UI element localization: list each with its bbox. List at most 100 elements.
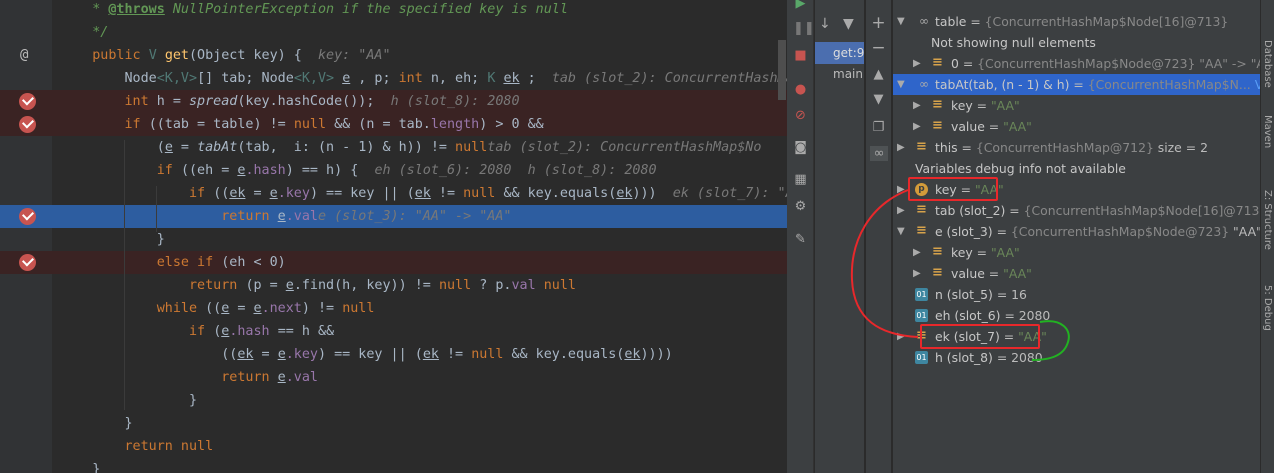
primitive-icon: 01 [915, 309, 928, 322]
variable-row[interactable]: ▶ ≡ key = "AA" [893, 95, 1260, 116]
database-tab[interactable]: Database [1262, 40, 1273, 88]
indent-guide [124, 140, 125, 410]
variable-row[interactable]: 01 n (slot_5) = 16 [893, 284, 1260, 305]
variable-row[interactable]: ▶ ≡ tab (slot_2) = {ConcurrentHashMap$Node… [893, 200, 1260, 221]
collapsed-arrow-icon[interactable]: ▶ [913, 263, 923, 284]
code-line[interactable]: return e.vale (slot_3): "AA" -> "AA" [0, 205, 787, 228]
field-icon: ≡ [932, 244, 943, 259]
debug-tab[interactable]: 5: Debug [1262, 285, 1273, 331]
collapsed-arrow-icon[interactable]: ▶ [897, 200, 907, 221]
collapsed-arrow-icon[interactable]: ▶ [897, 179, 907, 200]
code-line[interactable]: ((ek = e.key) == key || (ek != null && k… [0, 343, 787, 366]
move-up-icon[interactable]: ▲ [871, 67, 886, 82]
variable-row[interactable]: ▼ ∞ tabAt(tab, (n - 1) & h) = {ConcurrentH… [893, 74, 1260, 95]
resume-icon[interactable]: ▶ [793, 0, 808, 11]
collapsed-arrow-icon[interactable]: ▶ [913, 53, 923, 74]
expanded-arrow-icon[interactable]: ▼ [897, 221, 907, 242]
collapsed-arrow-icon[interactable]: ▶ [913, 95, 923, 116]
pin-icon[interactable]: ✎ [793, 232, 808, 247]
settings-icon[interactable]: ⚙ [793, 199, 808, 214]
code-editor[interactable]: * @throws NullPointerException if the sp… [0, 0, 787, 473]
indent-guide [156, 186, 157, 232]
code-text: return null [60, 439, 214, 454]
code-line[interactable]: */ [0, 21, 787, 44]
code-text: } [60, 232, 165, 247]
code-line[interactable]: @ public V get(Object key) { key: "AA" [0, 44, 787, 67]
structure-tab[interactable]: Z: Structure [1262, 190, 1273, 250]
code-line[interactable]: else if (eh < 0) [0, 251, 787, 274]
variable-row[interactable]: 01 h (slot_8) = 2080 [893, 347, 1260, 368]
variable-row[interactable]: ▼ ∞ table = {ConcurrentHashMap$Node[16]@71… [893, 11, 1260, 32]
variable-row[interactable]: Not showing null elements [893, 32, 1260, 53]
frame-item[interactable]: main: [815, 63, 864, 85]
breakpoint-icon[interactable] [19, 93, 36, 110]
code-line[interactable]: } [0, 389, 787, 412]
variable-text: 0 = {ConcurrentHashMap$Node@723} "AA" ->… [951, 56, 1260, 71]
variable-text: n (slot_5) = 16 [935, 287, 1027, 302]
variable-text: h (slot_8) = 2080 [935, 350, 1043, 365]
breakpoint-icon[interactable] [19, 254, 36, 271]
code-text: } [60, 393, 198, 408]
variable-row[interactable]: ▶ ≡ value = "AA" [893, 263, 1260, 284]
layout-icon[interactable]: ▦ [793, 172, 808, 187]
filter-icon[interactable]: ▼ [843, 16, 854, 32]
code-line[interactable]: if ((eh = e.hash) == h) { eh (slot_6): 2… [0, 159, 787, 182]
code-line[interactable]: } [0, 458, 787, 473]
copy-icon[interactable]: ❐ [871, 120, 886, 135]
variable-text: tab (slot_2) = {ConcurrentHashMap$Node[1… [935, 203, 1260, 218]
code-text: else if (eh < 0) [60, 255, 286, 270]
code-line[interactable]: if ((ek = e.key) == key || (ek != null &… [0, 182, 787, 205]
variable-row[interactable]: ▶ ≡ key = "AA" [893, 242, 1260, 263]
expanded-arrow-icon[interactable]: ▼ [897, 11, 907, 32]
stop-icon[interactable]: ■ [793, 48, 808, 63]
variable-row[interactable]: ▶ ≡ this = {ConcurrentHashMap@712} size = … [893, 137, 1260, 158]
code-line[interactable]: } [0, 412, 787, 435]
watch-icon: ∞ [919, 14, 929, 28]
collapsed-arrow-icon[interactable]: ▶ [897, 326, 907, 347]
code-line[interactable]: return e.val [0, 366, 787, 389]
code-text: return e.vale (slot_3): "AA" -> "AA" [60, 209, 512, 224]
collapsed-arrow-icon[interactable]: ▶ [913, 116, 923, 137]
breakpoint-icon[interactable] [19, 116, 36, 133]
code-line[interactable]: return (p = e.find(h, key)) != null ? p.… [0, 274, 787, 297]
code-line[interactable]: int h = spread(key.hashCode()); h (slot_… [0, 90, 787, 113]
variable-row[interactable]: ▶ ≡ 0 = {ConcurrentHashMap$Node@723} "AA" … [893, 53, 1260, 74]
view-breakpoints-icon[interactable]: ● [793, 82, 808, 97]
code-line[interactable]: (e = tabAt(tab, i: (n - 1) & h)) != null… [0, 136, 787, 159]
code-line[interactable]: if (e.hash == h && [0, 320, 787, 343]
maven-tab[interactable]: Maven [1262, 115, 1273, 148]
code-text: Node<K,V>[] tab; Node<K,V> e , p; int n,… [60, 71, 787, 86]
breakpoint-icon[interactable] [19, 208, 36, 225]
code-line[interactable]: return null [0, 435, 787, 458]
watch-icon: ∞ [919, 77, 929, 91]
code-text: while ((e = e.next) != null [60, 301, 375, 316]
code-line[interactable]: * @throws NullPointerException if the sp… [0, 0, 787, 21]
code-line[interactable]: Node<K,V>[] tab; Node<K,V> e , p; int n,… [0, 67, 787, 90]
collapsed-arrow-icon[interactable]: ▶ [913, 242, 923, 263]
code-line[interactable]: while ((e = e.next) != null [0, 297, 787, 320]
variable-row[interactable]: Variables debug info not available [893, 158, 1260, 179]
arrow-down-icon[interactable]: ↓ [819, 16, 831, 32]
code-line[interactable]: } [0, 228, 787, 251]
watches-icon[interactable]: ∞ [870, 146, 888, 161]
variable-text: table = {ConcurrentHashMap$Node[16]@713} [935, 14, 1229, 29]
remove-icon[interactable]: − [871, 40, 886, 57]
code-text: if ((tab = table) != null && (n = tab.le… [60, 117, 544, 132]
variable-row[interactable]: ▼ ≡ e (slot_3) = {ConcurrentHashMap$Node@7… [893, 221, 1260, 242]
collapsed-arrow-icon[interactable]: ▶ [897, 137, 907, 158]
expanded-arrow-icon[interactable]: ▼ [897, 74, 907, 95]
pause-icon[interactable]: ❚❚ [793, 21, 815, 36]
editor-scrollbar[interactable] [778, 40, 786, 100]
override-icon[interactable]: @ [20, 44, 28, 67]
code-text: if (e.hash == h && [60, 324, 335, 339]
add-icon[interactable]: + [871, 15, 886, 32]
mute-breakpoints-icon[interactable]: ⊘ [793, 108, 808, 123]
code-line[interactable]: if ((tab = table) != null && (n = tab.le… [0, 113, 787, 136]
variable-text: tabAt(tab, (n - 1) & h) = {ConcurrentHas… [935, 74, 1260, 95]
frame-item[interactable]: get:94 [815, 42, 864, 64]
move-down-icon[interactable]: ▼ [871, 92, 886, 107]
variable-row[interactable]: 01 eh (slot_6) = 2080 [893, 305, 1260, 326]
variable-row[interactable]: ▶ ≡ value = "AA" [893, 116, 1260, 137]
annotation-box [920, 324, 1040, 349]
camera-icon[interactable]: ◙ [793, 140, 808, 155]
